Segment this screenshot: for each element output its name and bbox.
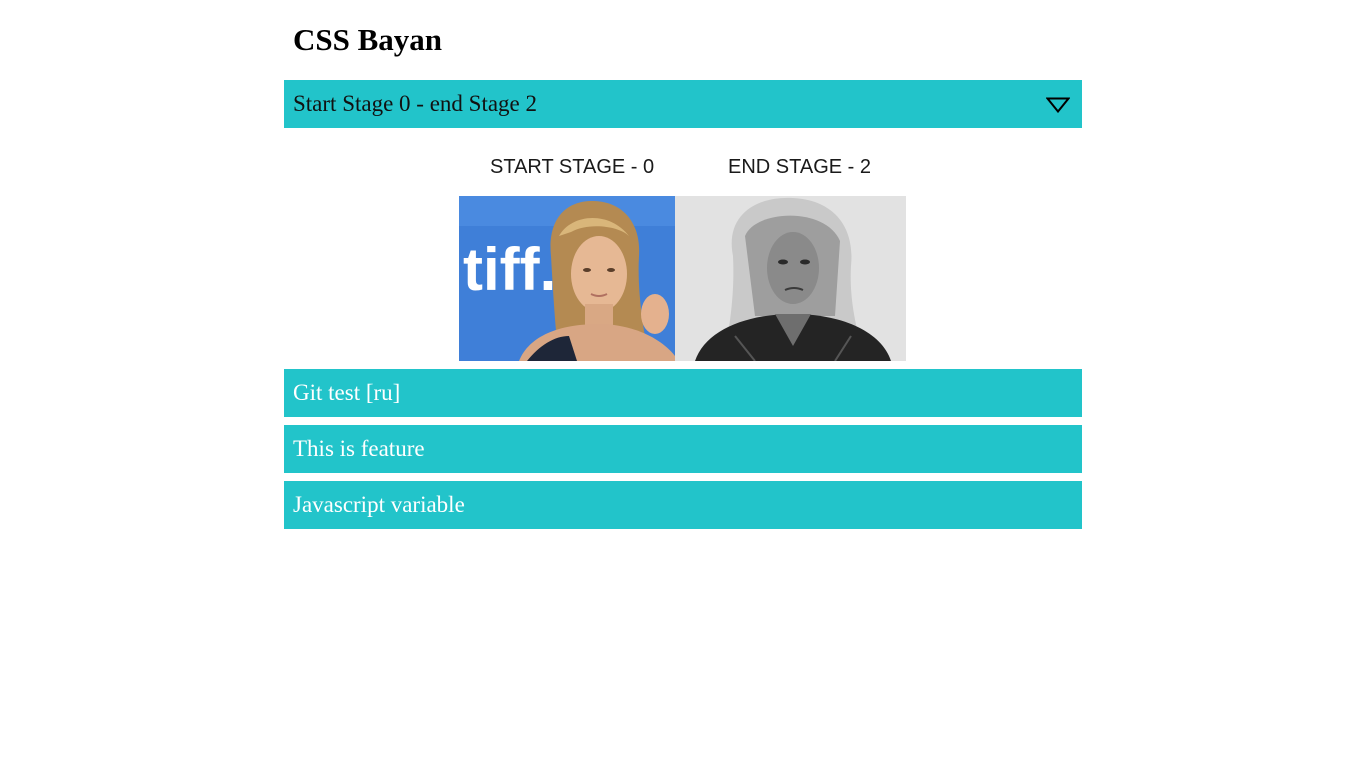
- page-title: CSS Bayan: [293, 22, 443, 57]
- accordion-header-stage[interactable]: Start Stage 0 - end Stage 2: [284, 80, 1082, 128]
- accordion-header-label: This is feature: [293, 436, 425, 461]
- accordion-panel-stage: START STAGE - 0 END STAGE - 2 tiff.: [284, 128, 1082, 369]
- start-stage-label: START STAGE - 0: [490, 156, 655, 178]
- accordion-divider: [284, 417, 1082, 425]
- page: CSS Bayan Start Stage 0 - end Stage 2 ST…: [0, 0, 1365, 767]
- accordion-header-feature[interactable]: This is feature: [284, 425, 1082, 473]
- end-stage-photo: [675, 196, 906, 361]
- start-stage-photo: tiff.: [459, 196, 675, 361]
- accordion-divider: [284, 473, 1082, 481]
- accordion-header-git-test[interactable]: Git test [ru]: [284, 369, 1082, 417]
- accordion-header-label: Start Stage 0 - end Stage 2: [293, 91, 538, 116]
- accordion-header-label: Javascript variable: [293, 492, 465, 517]
- end-stage-label: END STAGE - 2: [728, 156, 871, 178]
- triangle-down-icon[interactable]: [1046, 97, 1070, 113]
- accordion-header-label: Git test [ru]: [293, 380, 401, 405]
- accordion-header-javascript-variable[interactable]: Javascript variable: [284, 481, 1082, 529]
- accordion-container: CSS Bayan Start Stage 0 - end Stage 2 ST…: [284, 0, 1082, 529]
- tiff-logo-text: tiff.: [463, 236, 556, 303]
